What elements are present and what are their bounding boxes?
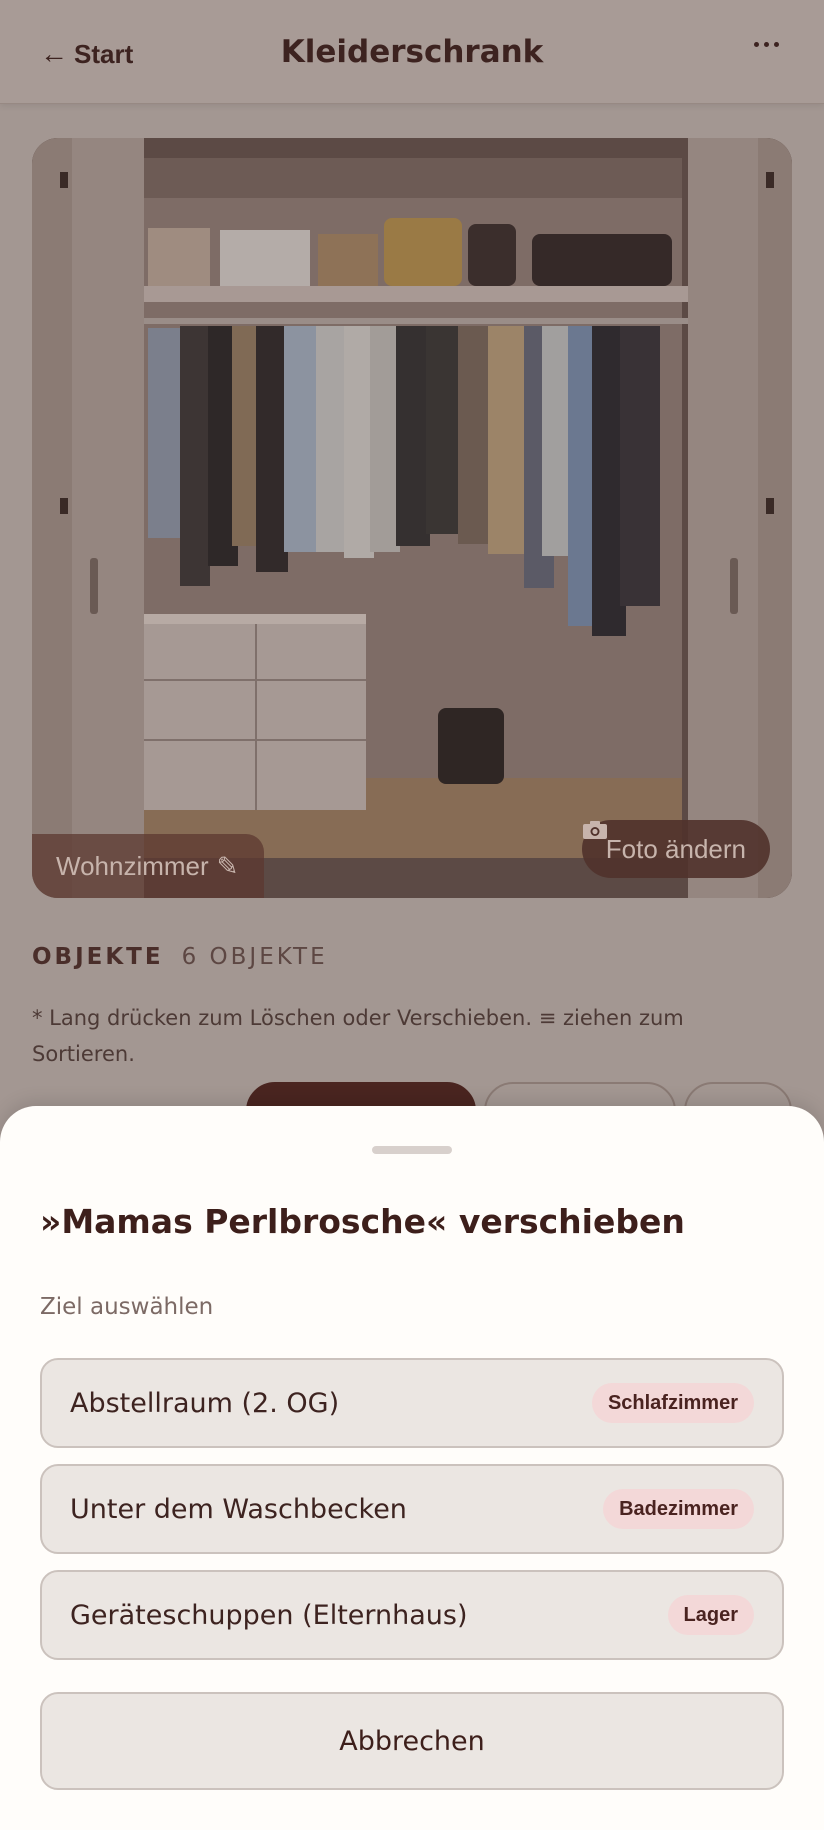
top-bar: ← Start Kleiderschrank [0, 0, 824, 104]
room-badge: Lager [667, 1595, 754, 1635]
objects-section-header: OBJEKTE 6 OBJEKTE [32, 944, 328, 970]
destination-name: Geräteschuppen (Elternhaus) [70, 1599, 468, 1631]
destination-option[interactable]: Abstellraum (2. OG) Schlafzimmer [40, 1358, 784, 1448]
closet-illustration [32, 138, 792, 898]
room-chip[interactable]: Wohnzimmer ✎ [32, 834, 265, 898]
sheet-title: »Mamas Perlbrosche« verschieben [40, 1202, 685, 1241]
destination-option[interactable]: Unter dem Waschbecken Badezimmer [40, 1464, 784, 1554]
room-badge: Schlafzimmer [591, 1383, 754, 1423]
cancel-button[interactable]: Abbrechen [40, 1692, 784, 1790]
more-horizontal-icon [753, 41, 759, 47]
location-photo: Wohnzimmer ✎ Foto ändern [32, 138, 792, 898]
sheet-drag-handle[interactable] [372, 1146, 452, 1154]
room-label: Wohnzimmer [56, 850, 209, 881]
change-photo-button[interactable]: Foto ändern [581, 820, 770, 878]
more-options-button[interactable] [744, 26, 788, 62]
camera-icon [582, 821, 607, 839]
more-dot [773, 41, 779, 47]
destination-list: Abstellraum (2. OG) Schlafzimmer Unter d… [40, 1358, 784, 1676]
change-photo-label: Foto ändern [605, 833, 746, 864]
destination-name: Unter dem Waschbecken [70, 1493, 407, 1525]
pencil-icon: ✎ [216, 850, 239, 881]
usage-hint: * Lang drücken zum Löschen oder Verschie… [32, 1006, 684, 1066]
destination-name: Abstellraum (2. OG) [70, 1387, 340, 1419]
destination-option[interactable]: Geräteschuppen (Elternhaus) Lager [40, 1570, 784, 1660]
object-count: 6 OBJEKTE [181, 944, 328, 970]
page-title: Kleiderschrank [280, 34, 544, 70]
section-label: OBJEKTE [32, 944, 164, 970]
sheet-subtitle: Ziel auswählen [40, 1294, 214, 1320]
room-badge: Badezimmer [603, 1489, 754, 1529]
more-dot [763, 41, 769, 47]
move-bottom-sheet: »Mamas Perlbrosche« verschieben Ziel aus… [0, 1106, 824, 1830]
